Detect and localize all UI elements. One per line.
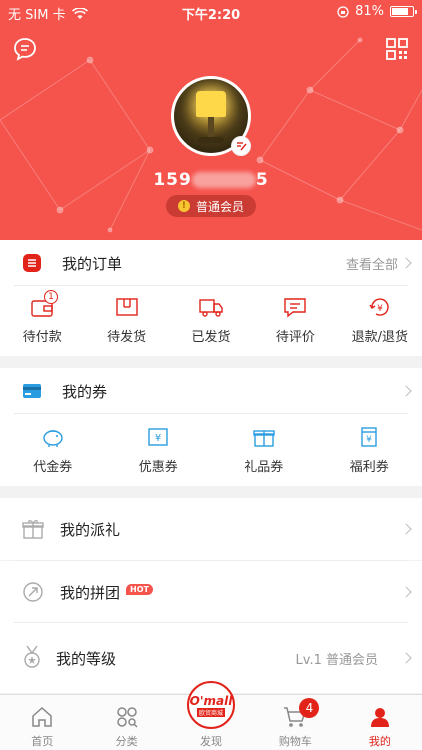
order-status-grid: 1 待付款 待发货 已发货 待评价 ¥ 退款/退货 [0,290,422,345]
order-status-to-review[interactable]: 待评价 [253,296,337,345]
group-buy-title: 我的拼团 [60,583,121,602]
tab-mine[interactable]: 我的 [338,695,422,750]
medal-icon [24,645,40,668]
svg-text:¥: ¥ [155,433,161,444]
comment-icon [284,298,307,318]
tab-home[interactable]: 首页 [0,695,84,750]
yen-ticket-icon: ¥ [148,428,168,446]
unpaid-badge: 1 [44,290,58,304]
order-status-to-ship[interactable]: 待发货 [84,296,168,345]
chevron-right-icon [400,586,412,598]
cart-count-badge: 4 [299,698,320,718]
coupons-title: 我的券 [62,382,108,401]
tab-label: 发现 [200,735,223,748]
edit-profile-icon[interactable] [231,136,251,156]
group-buy-title-wrap: 我的拼团 HOT [60,582,153,603]
category-icon [116,707,138,728]
coupon-voucher[interactable]: 代金券 [0,426,106,475]
profile-header: 无 SIM 卡 下午2:20 81% 159 5 ! 普通会员 [0,0,422,240]
coupon-label: 代金券 [33,460,73,475]
truck-icon [199,299,223,317]
order-status-label: 待发货 [107,330,147,345]
chevron-right-icon [400,652,412,664]
coupon-label: 福利券 [349,460,389,475]
orders-icon [23,254,41,272]
refund-icon: ¥ [369,298,389,316]
card-icon [23,384,41,398]
chevron-right-icon [400,523,412,535]
coupon-type-grid: 代金券 ¥ 优惠券 礼品券 ¥ 福利券 [0,426,422,475]
coupon-label: 礼品券 [244,460,284,475]
orientation-lock-icon [337,5,349,18]
tab-discover[interactable]: O'mall 欧贸商城 发现 [169,681,253,750]
gift-outline-icon [22,520,44,539]
masked-digits [191,172,256,188]
coupon-discount[interactable]: ¥ 优惠券 [106,426,212,475]
order-status-label: 退款/退货 [351,330,409,345]
message-icon[interactable] [12,36,38,62]
member-level-badge[interactable]: ! 普通会员 [166,195,256,217]
coupon-label: 优惠券 [138,460,178,475]
home-icon [32,706,52,727]
omall-icon: O'mall 欧贸商城 [187,681,236,729]
my-gifts-title: 我的派礼 [60,520,121,539]
battery-icon [390,6,417,17]
chevron-right-icon [400,385,412,397]
phone-number: 159 5 [153,170,269,190]
tab-label: 分类 [115,735,138,748]
order-status-label: 待评价 [275,330,315,345]
member-level-label: 普通会员 [195,199,244,214]
orders-card: 我的订单 查看全部 1 待付款 待发货 已发货 待评价 ¥ 退款/退货 [0,240,422,356]
my-gifts-row[interactable]: 我的派礼 [0,498,422,560]
package-icon [115,298,138,316]
coin-icon: ! [177,200,190,212]
order-status-unpaid[interactable]: 1 待付款 [0,290,84,345]
svg-text:¥: ¥ [377,304,383,314]
chevron-right-icon [400,257,412,269]
gift-icon [253,430,275,447]
order-status-refund[interactable]: ¥ 退款/退货 [338,296,422,345]
status-bar: 无 SIM 卡 下午2:20 81% [0,0,422,24]
qr-code-icon[interactable] [384,36,410,62]
group-buy-row[interactable]: 我的拼团 HOT [0,561,422,623]
piggy-bank-icon [43,430,63,447]
tab-label: 首页 [31,735,54,748]
hot-tag: HOT [126,583,153,595]
coupons-header[interactable]: 我的券 [0,368,422,414]
coupon-welfare[interactable]: ¥ 福利券 [317,426,422,475]
tab-bar: 首页 分类 O'mall 欧贸商城 发现 4 购物车 我的 [0,681,422,750]
tab-label: 我的 [368,735,391,748]
orders-title: 我的订单 [62,254,123,273]
battery-percent: 81% [355,4,384,19]
order-status-label: 已发货 [191,330,231,345]
tab-category[interactable]: 分类 [84,695,168,750]
order-status-shipped[interactable]: 已发货 [169,296,253,345]
user-icon [370,708,389,727]
tab-label: 购物车 [278,735,312,748]
view-all-link[interactable]: 查看全部 [346,254,398,273]
member-level-value: Lv.1 普通会员 [295,652,378,668]
yen-card-icon: ¥ [361,427,377,447]
coupon-gift[interactable]: 礼品券 [211,426,317,475]
share-icon [23,582,43,602]
orders-header[interactable]: 我的订单 查看全部 [0,240,422,286]
order-status-label: 待付款 [22,330,62,345]
svg-text:¥: ¥ [366,435,372,445]
tab-cart[interactable]: 4 购物车 [253,695,337,750]
member-level-title: 我的等级 [56,649,117,668]
coupons-card: 我的券 代金券 ¥ 优惠券 礼品券 ¥ 福利券 [0,368,422,486]
